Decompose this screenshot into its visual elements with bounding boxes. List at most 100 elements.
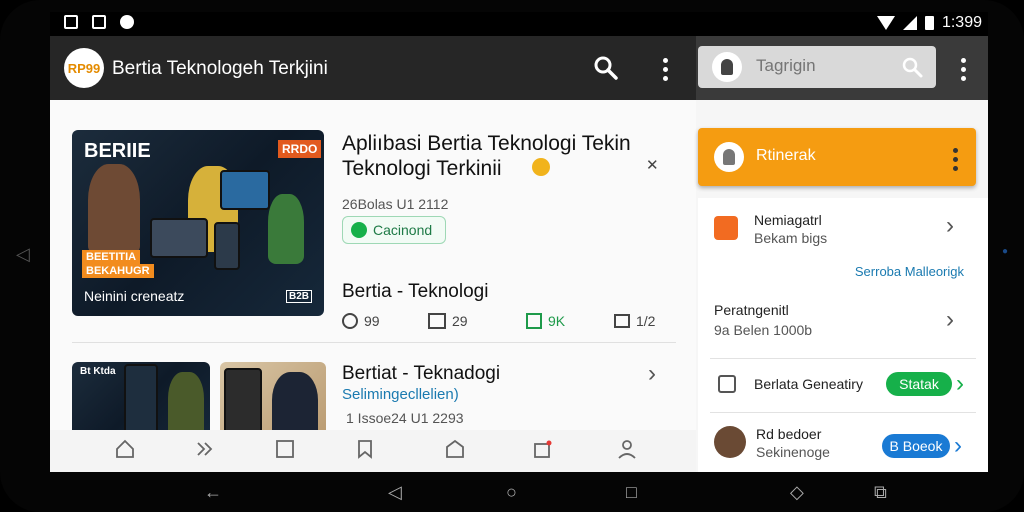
overflow-menu-icon[interactable] [662,58,668,81]
avatar [714,426,746,458]
emoji-icon [532,158,550,176]
thumb-orange-label-2: BEKAHUGR [82,264,154,278]
list-item[interactable]: Berlata Geneatiry Statak › [698,360,988,410]
screen: 1:399 RP99 Bertia Teknologeh Terkjini BE… [50,12,988,472]
thumb-top-label: BERIIE [84,140,151,162]
thumb-corner-label: B2B [286,290,313,303]
search-input[interactable] [756,56,886,76]
home-icon[interactable]: ○ [506,482,517,503]
divider [710,412,976,413]
card-menu-icon[interactable] [952,148,958,171]
profile-icon[interactable] [616,438,638,460]
device-frame: ◁ ● 1:399 RP99 Bertia Teknologeh Terkjin… [0,0,1024,512]
monitor-graphic [220,170,270,210]
chevron-right-icon: › [946,212,954,239]
status-bar: 1:399 [50,12,988,36]
second-thumb-label: Bt Ktda [80,366,116,377]
phone-graphic [224,368,262,434]
comments-stat[interactable]: 1/2 [614,313,655,329]
store-icon[interactable] [444,438,466,460]
forward-icon[interactable] [194,438,216,460]
chevron-right-icon: › [954,432,962,459]
collapse-icon[interactable]: ✕ [646,156,659,174]
list-link[interactable]: Serroba Malleorigk [698,262,988,286]
list-item[interactable]: Peratngenitl 9a Belen 1000b › [698,290,988,350]
divider [72,342,676,343]
featured-category[interactable]: Bertia - Teknologi [342,278,488,305]
rotate-icon[interactable]: ◇ [790,482,804,503]
link-text[interactable]: Serroba Malleorigk [855,264,964,279]
app-bar: RP99 Bertia Teknologeh Terkjini [50,36,696,100]
gallery-notification-icon [92,15,106,29]
search-icon[interactable] [592,54,620,82]
right-panel: Rtinerak Nemiagatrl Bekam bigs › Serroba… [696,36,988,472]
list-item-subtitle: 9a Belen 1000b [714,322,813,338]
share-icon [428,313,446,329]
system-navigation-bar: ← ◁ ○ □ ◇ ⧉ [0,472,1024,512]
main-feed: BERIIE RRDO BEETITIA BEKAHUGR Neinini cr… [50,100,696,472]
list-item-title: Rd bedoer [756,426,822,442]
avatar-icon [712,52,742,82]
battery-icon [924,16,934,30]
left-edge-back-icon: ◁ [16,244,30,264]
views-stat: 99 [342,313,380,329]
phone-graphic [124,364,158,436]
app-logo[interactable]: RP99 [64,48,104,88]
featured-date: 26Bolas U1 2112 [342,196,449,212]
user-card-label: Rtinerak [756,147,816,164]
featured-title-line2[interactable]: Teknologi Terkinii [342,155,502,182]
notification-icon[interactable] [532,438,554,460]
document-icon [714,216,738,240]
recents-icon[interactable]: □ [626,482,637,503]
right-panel-bar [696,36,988,100]
status-time: 1:399 [941,14,982,31]
square-icon[interactable] [274,438,296,460]
shares-stat[interactable]: 29 [428,313,468,329]
signal-icon [902,16,917,30]
phone-graphic [214,222,240,270]
featured-thumbnail[interactable]: BERIIE RRDO BEETITIA BEKAHUGR Neinini cr… [72,130,324,316]
wifi-icon [876,16,895,30]
right-edge-dot-icon: ● [1002,246,1009,257]
second-subtitle: Selimingecllelien) [342,386,459,403]
likes-stat[interactable]: 9K [526,313,565,329]
second-title[interactable]: Bertiat - Teknadogi [342,360,500,387]
thumb-orange-label-1: BEETITIA [82,250,141,264]
list-item[interactable]: Nemiagatrl Bekam bigs › [698,198,988,258]
person-figure [168,372,204,438]
avatar-icon [714,142,744,172]
views-count: 99 [364,313,380,329]
overflow-menu-icon[interactable] [960,58,966,81]
list-item-subtitle: Bekam bigs [754,230,828,246]
book-pill-button[interactable]: B Boeok [882,434,950,458]
bookmark-icon[interactable] [354,438,376,460]
list-item-title: Peratngenitl [714,302,789,318]
right-list: Nemiagatrl Bekam bigs › Serroba Malleori… [698,198,988,472]
thumb-top-right-label: RRDO [278,140,322,158]
divider [710,358,976,359]
search-box[interactable] [698,46,936,88]
search-icon[interactable] [900,55,924,79]
user-card[interactable]: Rtinerak [698,128,976,186]
list-item[interactable]: Rd bedoer Sekinenoge B Boeok › [698,414,988,472]
second-date: 1 Issoe24 U1 2293 [346,410,464,426]
comment-icon [614,314,630,328]
check-icon [351,222,367,238]
app-title: Bertia Teknologeh Terkjini [112,58,328,79]
clock-notification-icon [120,15,134,29]
home-icon[interactable] [114,438,136,460]
window-icon[interactable]: ⧉ [874,482,887,503]
comments-count: 1/2 [636,313,656,329]
shares-count: 29 [452,313,468,329]
back-arrow-icon[interactable]: ← [204,482,222,503]
person-figure [268,194,304,264]
back-icon[interactable]: ◁ [388,482,402,503]
featured-title-line1[interactable]: Apliıbasi Bertia Teknologi Tekin [342,130,631,157]
verified-badge-button[interactable]: Cacinond [342,216,446,244]
checkbox[interactable] [718,375,736,393]
like-icon [526,313,542,329]
chevron-right-icon[interactable]: › [648,360,656,388]
status-pill-button[interactable]: Statak [886,372,952,396]
tablet-graphic [150,218,208,258]
list-item-title: Berlata Geneatiry [754,376,863,392]
